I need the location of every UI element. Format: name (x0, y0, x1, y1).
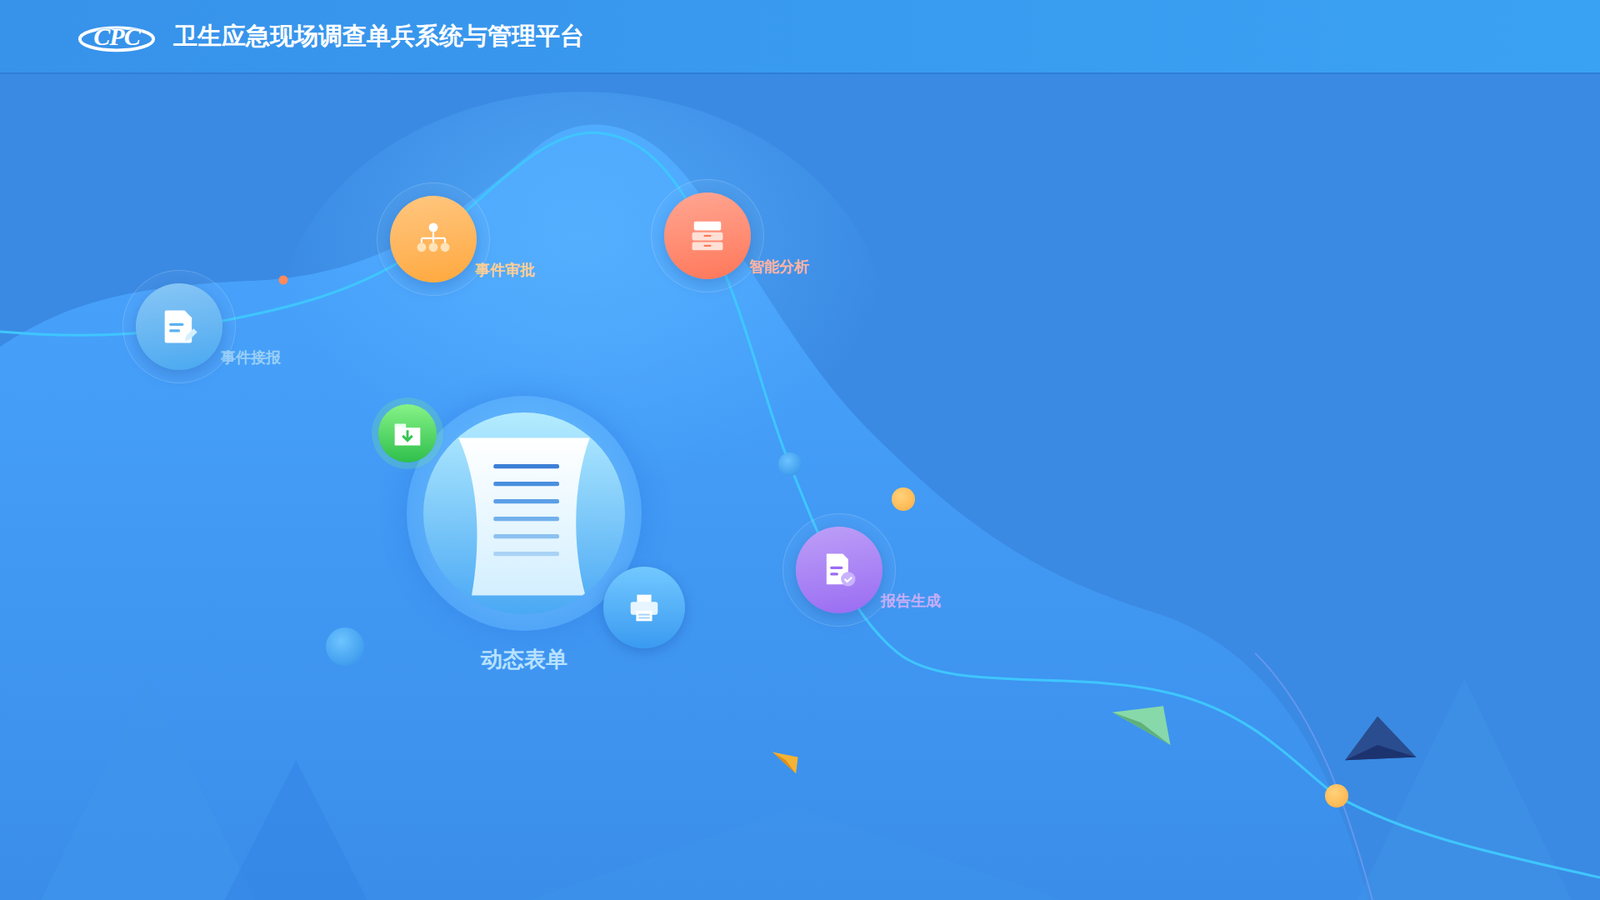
form-paper-icon (454, 433, 595, 600)
document-edit-icon (157, 305, 201, 349)
module-label[interactable]: 智能分析 (749, 256, 810, 277)
module-button[interactable] (390, 195, 477, 283)
org-chart-icon (411, 217, 455, 261)
download-button[interactable] (378, 404, 437, 463)
decor-dot (325, 627, 365, 666)
printer-icon (625, 588, 664, 627)
decor-dot (891, 487, 915, 511)
landing-page: CPC 卫生应急现场调查单兵系统与管理平台事件接报 事件审批 智能分析报告生成动态表单 (0, 0, 1600, 900)
print-button[interactable] (603, 566, 685, 649)
decor-dot (778, 452, 802, 476)
drawer-icon (685, 214, 730, 258)
download-folder-icon (388, 414, 427, 453)
center-label[interactable]: 动态表单 (457, 645, 591, 675)
module-label[interactable]: 事件审批 (475, 260, 535, 280)
report-check-icon (817, 548, 861, 592)
module-button[interactable] (135, 283, 223, 370)
module-label[interactable]: 报告生成 (880, 590, 941, 611)
decor-dot (279, 275, 289, 285)
top-bar: CPC 卫生应急现场调查单兵系统与管理平台 (0, 0, 1600, 75)
wave-background (0, 0, 1600, 900)
app-title: 卫生应急现场调查单兵系统与管理平台 (173, 20, 585, 54)
center-button[interactable] (423, 412, 625, 615)
module-label[interactable]: 事件接报 (220, 347, 281, 368)
module-canvas: 事件接报 事件审批 智能分析报告生成动态表单 (0, 0, 1600, 900)
logo-text: CPC (93, 22, 140, 51)
module-button[interactable] (795, 526, 883, 614)
logo[interactable]: CPC (76, 15, 157, 59)
module-button[interactable] (664, 192, 751, 280)
decor-dot (1325, 784, 1349, 808)
